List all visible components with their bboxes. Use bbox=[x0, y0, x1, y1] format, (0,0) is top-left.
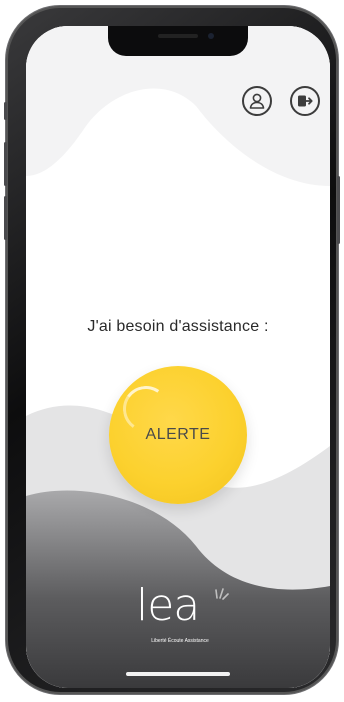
sparkle-icon bbox=[215, 588, 229, 600]
phone-side-button bbox=[4, 142, 7, 186]
app-screen: J'ai besoin d'assistance : ALERTE lea Li… bbox=[26, 26, 330, 688]
phone-side-button bbox=[337, 176, 340, 244]
phone-side-button bbox=[4, 102, 7, 120]
phone-side-button bbox=[4, 196, 7, 240]
phone-frame: J'ai besoin d'assistance : ALERTE lea Li… bbox=[4, 6, 340, 694]
lea-logo: lea Liberté Écoute Assistance bbox=[130, 584, 230, 644]
logo-tagline: Liberté Écoute Assistance bbox=[151, 638, 209, 644]
phone-notch bbox=[108, 26, 248, 56]
assistance-prompt: J'ai besoin d'assistance : bbox=[87, 318, 269, 335]
profile-button[interactable] bbox=[242, 86, 272, 116]
alert-button[interactable]: ALERTE bbox=[109, 366, 247, 504]
logo-wordmark: lea bbox=[136, 580, 200, 631]
logout-icon bbox=[298, 95, 313, 107]
alert-button-label: ALERTE bbox=[145, 426, 211, 443]
speaker-grille bbox=[158, 34, 198, 38]
logout-button[interactable] bbox=[290, 86, 320, 116]
home-indicator[interactable] bbox=[126, 672, 230, 676]
front-camera bbox=[208, 33, 214, 39]
user-icon bbox=[249, 93, 265, 109]
device-stage: J'ai besoin d'assistance : ALERTE lea Li… bbox=[0, 0, 344, 702]
